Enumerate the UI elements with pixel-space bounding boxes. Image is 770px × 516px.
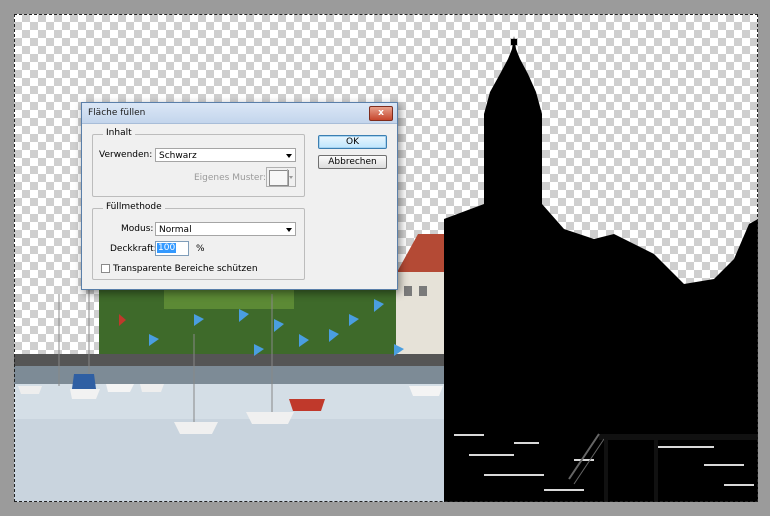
ok-button[interactable]: OK bbox=[318, 135, 387, 149]
custom-pattern-label: Eigenes Muster: bbox=[194, 173, 267, 183]
red-roof bbox=[396, 234, 444, 274]
preserve-transparency-label[interactable]: Transparente Bereiche schützen bbox=[113, 264, 258, 274]
cancel-button[interactable]: Abbrechen bbox=[318, 155, 387, 169]
fill-dialog: Fläche füllen x Inhalt Verwenden: Schwar… bbox=[81, 102, 398, 290]
promenade bbox=[14, 354, 444, 366]
dialog-title: Fläche füllen bbox=[88, 108, 146, 118]
dialog-titlebar[interactable]: Fläche füllen x bbox=[82, 103, 397, 124]
chevron-down-icon bbox=[286, 228, 292, 232]
use-select[interactable]: Schwarz bbox=[155, 148, 296, 162]
building-facade bbox=[396, 272, 444, 362]
chevron-down-icon bbox=[287, 169, 294, 185]
use-label: Verwenden: bbox=[99, 150, 153, 160]
mode-select-value: Normal bbox=[159, 225, 192, 235]
opacity-label: Deckkraft: bbox=[110, 244, 157, 254]
close-icon[interactable]: x bbox=[369, 106, 393, 121]
opacity-input[interactable]: 100 bbox=[155, 241, 189, 256]
content-group-label: Inhalt bbox=[103, 128, 135, 138]
chevron-down-icon bbox=[286, 154, 292, 158]
mode-label: Modus: bbox=[121, 224, 154, 234]
opacity-value: 100 bbox=[157, 243, 177, 253]
blend-group-label: Füllmethode bbox=[103, 202, 165, 212]
opacity-unit: % bbox=[196, 244, 205, 254]
content-group: Inhalt Verwenden: Schwarz Eigenes Muster… bbox=[92, 128, 305, 197]
custom-pattern-picker[interactable] bbox=[266, 167, 296, 187]
use-select-value: Schwarz bbox=[159, 151, 197, 161]
preserve-transparency-checkbox[interactable] bbox=[101, 264, 110, 273]
blend-group: Füllmethode Modus: Normal Deckkraft: 100… bbox=[92, 202, 305, 280]
pattern-swatch bbox=[269, 170, 289, 186]
mode-select[interactable]: Normal bbox=[155, 222, 296, 236]
